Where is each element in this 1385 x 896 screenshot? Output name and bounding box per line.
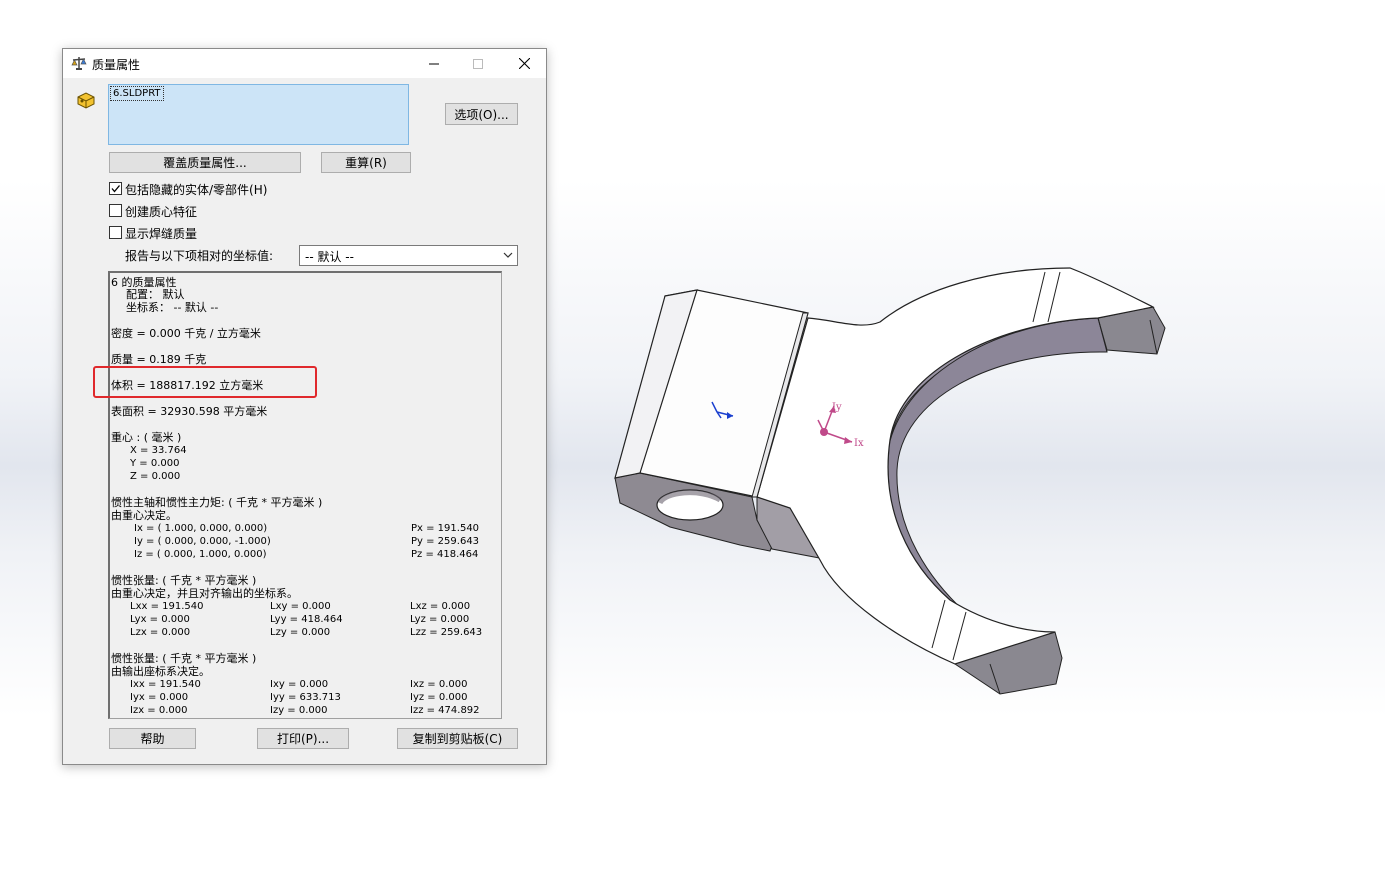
recalculate-button[interactable]: 重算(R)	[321, 152, 411, 173]
maximize-icon	[473, 58, 483, 69]
selected-items-list[interactable]: 6.SLDPRT	[108, 84, 409, 145]
tensor-cell: Izz = 474.892	[410, 705, 480, 716]
override-mass-properties-button[interactable]: 覆盖质量属性...	[109, 152, 301, 173]
tensor-cell: Lzz = 259.643	[410, 627, 483, 638]
principal-py: Py = 259.643	[411, 536, 480, 547]
tensor-cell: Lzy = 0.000	[270, 627, 331, 638]
create-com-label: 创建质心特征	[125, 205, 198, 219]
tensor-cell: Izx = 0.000	[130, 705, 188, 716]
principal-ix: Ix = ( 1.000, 0.000, 0.000)	[134, 523, 268, 534]
title-bar[interactable]: 质量属性	[63, 49, 546, 78]
tensor-cell: Lxy = 0.000	[270, 601, 331, 612]
principal-axes-subtitle: 由重心决定。	[111, 509, 177, 522]
principal-iy: Iy = ( 0.000, 0.000, -1.000)	[134, 536, 271, 547]
tensor-cell: Lxx = 191.540	[130, 601, 204, 612]
principal-iz: Iz = ( 0.000, 1.000, 0.000)	[134, 549, 267, 560]
maximize-button[interactable]	[456, 49, 500, 78]
center-of-mass-title: 重心 : ( 毫米 )	[111, 431, 182, 444]
tensor-cell: Iyz = 0.000	[410, 692, 468, 703]
tensor-com-title: 惯性张量: ( 千克 * 平方毫米 )	[111, 574, 257, 587]
copy-to-clipboard-button[interactable]: 复制到剪贴板(C)	[397, 728, 518, 749]
print-button[interactable]: 打印(P)...	[257, 728, 349, 749]
tensor-cell: Lzx = 0.000	[130, 627, 191, 638]
tensor-output-title: 惯性张量: ( 千克 * 平方毫米 )	[111, 652, 257, 665]
com-y: Y = 0.000	[130, 458, 180, 469]
include-hidden-label: 包括隐藏的实体/零部件(H)	[125, 183, 268, 197]
tensor-cell: Ixy = 0.000	[270, 679, 329, 690]
coordinate-system-select[interactable]: -- 默认 --	[299, 245, 518, 266]
principal-px: Px = 191.540	[411, 523, 480, 534]
chevron-down-icon	[503, 252, 513, 258]
tensor-cell: Lxz = 0.000	[410, 601, 471, 612]
create-com-checkbox[interactable]	[109, 204, 122, 217]
close-icon	[518, 58, 530, 69]
surface-area-value: 表面积 = 32930.598 平方毫米	[111, 405, 268, 418]
results-coordsys: 坐标系： -- 默认 --	[126, 301, 219, 314]
coordinate-system-label: 报告与以下项相对的坐标值:	[125, 249, 274, 263]
principal-pz: Pz = 418.464	[411, 549, 479, 560]
tensor-cell: Ixz = 0.000	[410, 679, 468, 690]
minimize-button[interactable]	[412, 49, 456, 78]
mass-properties-dialog: 质量属性 6.SLDPRT 选项(O)... 覆盖质量属性... 重算(R) 包…	[62, 48, 547, 765]
ix-axis-label: Ix	[854, 438, 864, 448]
iy-axis-label: Iy	[832, 402, 842, 413]
tensor-cell: Lyy = 418.464	[270, 614, 343, 625]
tensor-cell: Lyz = 0.000	[410, 614, 470, 625]
origin-triad-icon	[711, 401, 734, 419]
show-weld-mass-label: 显示焊缝质量	[125, 227, 198, 241]
checkmark-icon	[111, 185, 120, 193]
principal-axes-title: 惯性主轴和惯性主力矩: ( 千克 * 平方毫米 )	[111, 496, 323, 509]
mass-value: 质量 = 0.189 千克	[111, 353, 207, 366]
include-hidden-checkbox[interactable]	[109, 182, 122, 195]
options-button[interactable]: 选项(O)...	[445, 103, 518, 125]
list-item-part[interactable]: 6.SLDPRT	[110, 86, 164, 101]
minimize-icon	[429, 63, 439, 64]
show-weld-mass-checkbox[interactable]	[109, 226, 122, 239]
coordinate-system-value: -- 默认 --	[305, 250, 354, 264]
close-button[interactable]	[502, 49, 546, 78]
scale-icon	[71, 57, 87, 70]
help-button[interactable]: 帮助	[109, 728, 196, 749]
tensor-cell: Lyx = 0.000	[130, 614, 190, 625]
volume-highlight-box	[93, 366, 317, 398]
com-z: Z = 0.000	[130, 471, 181, 482]
tensor-cell: Ixx = 191.540	[130, 679, 201, 690]
density-value: 密度 = 0.000 千克 / 立方毫米	[111, 327, 261, 340]
principal-axes-triad: Ix Iy	[817, 402, 864, 448]
part-icon	[77, 92, 95, 109]
tensor-output-subtitle: 由输出座标系决定。	[111, 665, 210, 678]
dialog-title: 质量属性	[92, 58, 141, 72]
results-config: 配置： 默认	[126, 288, 185, 301]
tensor-com-subtitle: 由重心决定，并且对齐输出的坐标系。	[111, 587, 298, 600]
tensor-cell: Iyy = 633.713	[270, 692, 341, 703]
tensor-cell: Iyx = 0.000	[130, 692, 189, 703]
com-x: X = 33.764	[130, 445, 187, 456]
tensor-cell: Izy = 0.000	[270, 705, 328, 716]
results-panel[interactable]: 6 的质量属性 配置： 默认 坐标系： -- 默认 -- 密度 = 0.000 …	[108, 271, 502, 719]
